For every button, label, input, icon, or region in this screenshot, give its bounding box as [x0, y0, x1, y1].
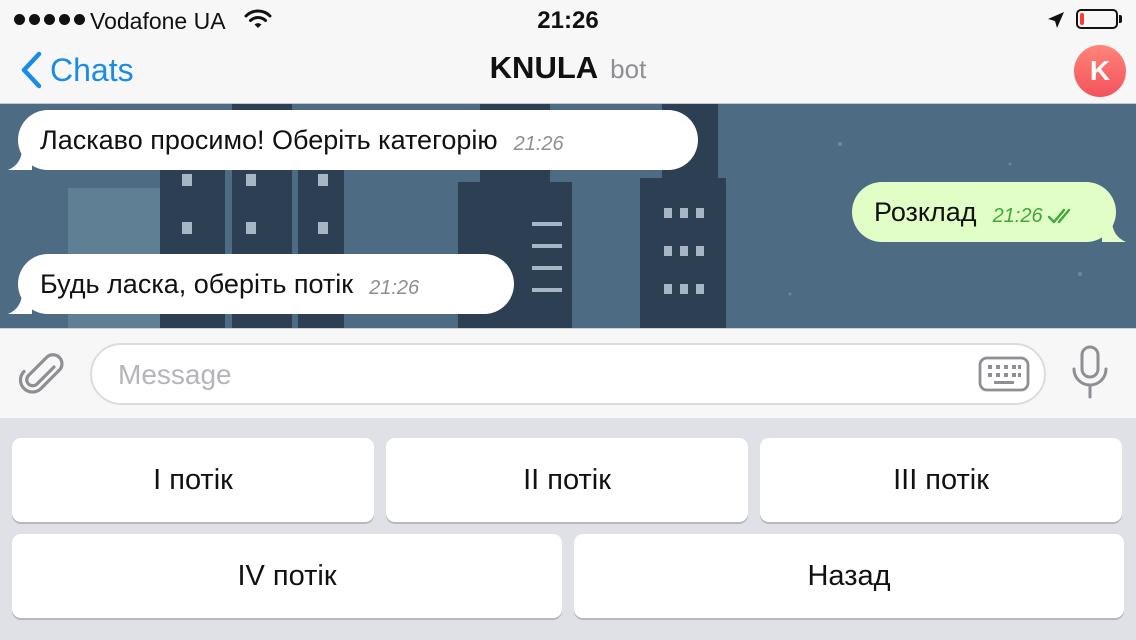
message-bubble-outgoing[interactable]: Розклад 21:26 [852, 182, 1126, 242]
wifi-icon [244, 9, 272, 28]
nav-bar: Chats KNULA bot K [0, 40, 1136, 104]
input-bar: Message [0, 328, 1136, 418]
keyboard-button-stream-1[interactable]: I потік [12, 438, 374, 522]
message-time: 21:26 [992, 204, 1043, 227]
microphone-icon[interactable] [1068, 343, 1112, 403]
chat-title: KNULA [489, 50, 599, 85]
battery-level [1080, 13, 1084, 25]
battery-icon [1076, 9, 1118, 29]
paperclip-icon[interactable] [18, 349, 68, 399]
bubble-tail [8, 292, 32, 314]
carrier-name: Vodafone UA [90, 8, 226, 34]
chat-header[interactable]: KNULA bot [0, 50, 1136, 86]
battery-tip [1119, 15, 1122, 23]
avatar[interactable]: K [1074, 45, 1126, 97]
keyboard-button-stream-3[interactable]: III потік [760, 438, 1122, 522]
message-time: 21:26 [369, 276, 420, 299]
message-text: Ласкаво просимо! Оберіть категорію [40, 124, 498, 155]
message-text: Будь ласка, оберіть потік [40, 268, 354, 299]
double-check-icon [1047, 208, 1070, 224]
status-bar: Vodafone UA 21:26 [0, 0, 1136, 40]
message-input[interactable]: Message [90, 343, 1046, 405]
message-bubble-incoming[interactable]: Ласкаво просимо! Оберіть категорію 21:26 [8, 110, 698, 170]
keyboard-button-back[interactable]: Назад [574, 534, 1124, 618]
message-time: 21:26 [513, 132, 564, 155]
bubble-tail [1102, 220, 1126, 242]
message-text: Розклад [874, 196, 977, 227]
bubble-tail [8, 148, 32, 170]
chat-area[interactable]: Ласкаво просимо! Оберіть категорію 21:26… [0, 104, 1136, 328]
keyboard-button-stream-4[interactable]: IV потік [12, 534, 562, 618]
bot-keyboard: I потік II потік III потік IV потік Наза… [0, 418, 1136, 640]
location-arrow-icon [1048, 12, 1064, 28]
message-placeholder: Message [118, 359, 232, 390]
keyboard-icon[interactable] [978, 354, 1030, 394]
chat-subtitle: bot [610, 54, 647, 84]
signal-dots-icon [14, 14, 85, 25]
message-bubble-incoming[interactable]: Будь ласка, оберіть потік 21:26 [8, 254, 514, 314]
keyboard-button-stream-2[interactable]: II потік [386, 438, 748, 522]
